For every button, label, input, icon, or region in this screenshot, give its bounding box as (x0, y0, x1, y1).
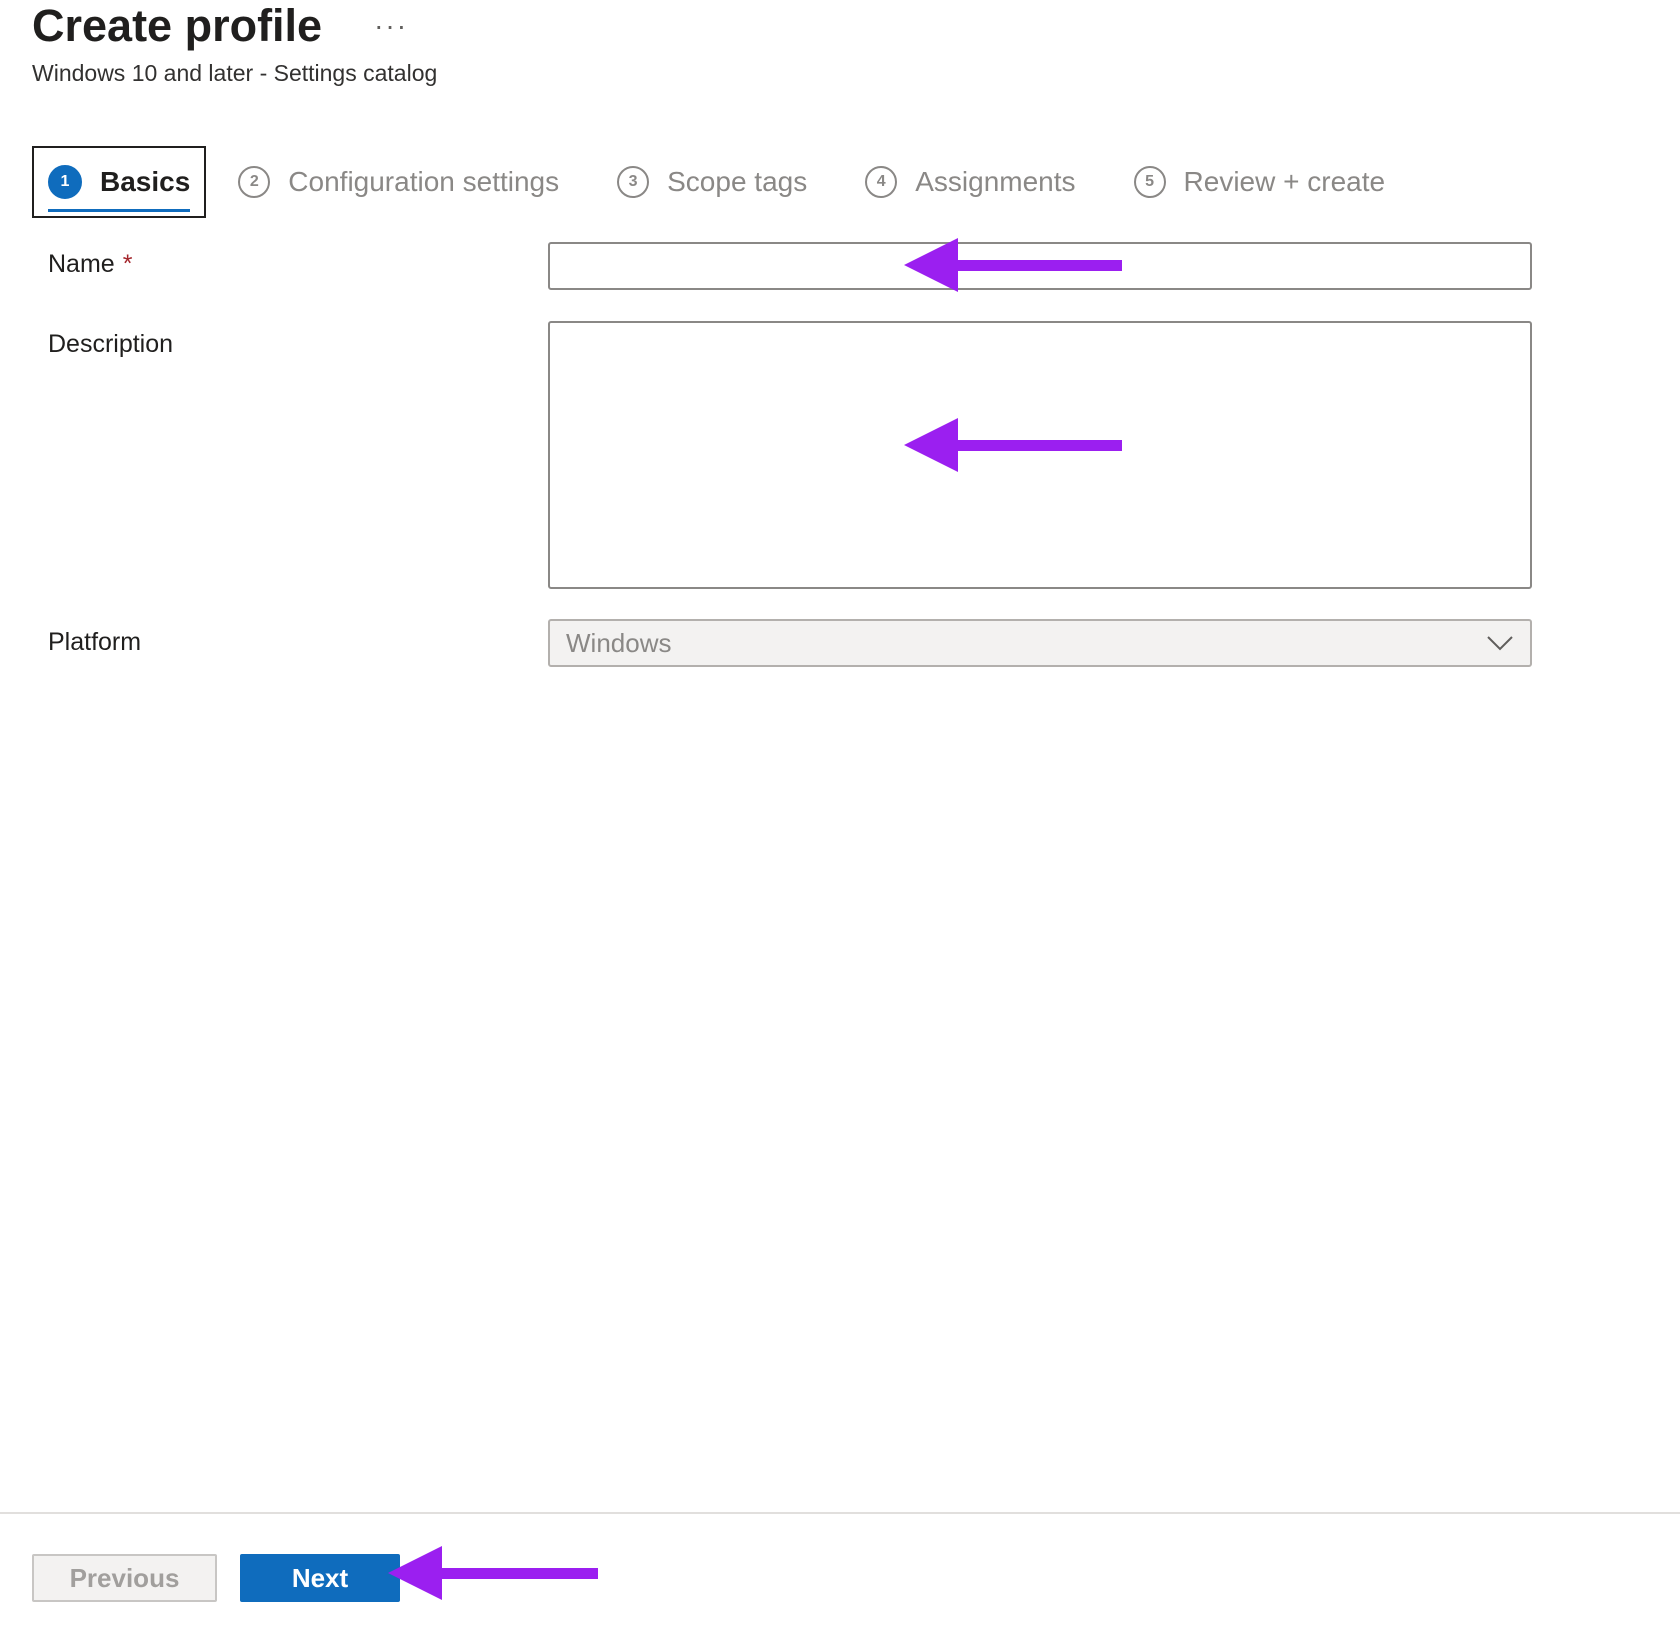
step-label-scope-tags: Scope tags (667, 166, 808, 197)
annotation-arrow-next (388, 1546, 598, 1600)
name-label: Name * (48, 250, 132, 279)
footer-divider (0, 1512, 1680, 1514)
step-number-3: 3 (617, 166, 650, 198)
platform-select[interactable]: Windows (548, 619, 1532, 667)
more-options-icon[interactable]: ··· (374, 12, 408, 40)
page-header: Create profile ··· Windows 10 and later … (32, 0, 437, 87)
active-step-underline (48, 209, 191, 212)
name-label-text: Name (48, 250, 115, 278)
step-assignments[interactable]: 4 Assignments (865, 146, 1076, 218)
step-number-5: 5 (1133, 166, 1166, 198)
step-review-create[interactable]: 5 Review + create (1133, 146, 1386, 218)
step-label-basics: Basics (100, 166, 191, 197)
step-number-4: 4 (865, 166, 898, 198)
annotation-arrow-name (904, 238, 1122, 292)
previous-button[interactable]: Previous (32, 1554, 217, 1602)
step-scope-tags[interactable]: 3 Scope tags (617, 146, 807, 218)
step-basics[interactable]: 1 Basics (32, 146, 207, 218)
wizard-steps: 1 Basics 2 Configuration settings 3 Scop… (32, 146, 1385, 218)
page-subtitle: Windows 10 and later - Settings catalog (32, 60, 438, 86)
step-label-review-create: Review + create (1183, 166, 1386, 197)
step-number-1: 1 (48, 165, 82, 199)
next-button[interactable]: Next (240, 1554, 400, 1602)
platform-label: Platform (48, 628, 142, 656)
step-number-2: 2 (238, 166, 271, 198)
step-label-assignments: Assignments (915, 166, 1076, 197)
title-row: Create profile ··· (32, 0, 437, 52)
page-title: Create profile (32, 0, 323, 51)
description-label: Description (48, 330, 174, 358)
step-configuration-settings[interactable]: 2 Configuration settings (238, 146, 559, 218)
required-indicator: * (122, 250, 133, 278)
annotation-arrow-description (904, 418, 1122, 472)
platform-select-value: Windows (566, 627, 672, 658)
step-label-configuration-settings: Configuration settings (288, 166, 560, 197)
chevron-down-icon (1486, 635, 1514, 651)
